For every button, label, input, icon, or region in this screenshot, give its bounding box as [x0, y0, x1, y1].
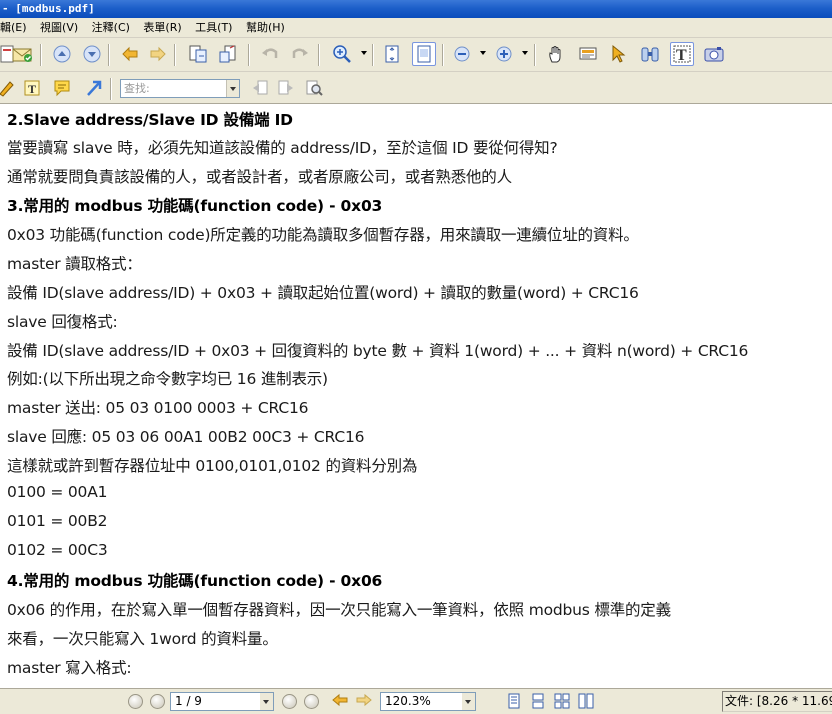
first-page-button[interactable] [128, 694, 143, 709]
email-icon[interactable] [10, 42, 34, 66]
single-page-icon[interactable] [504, 690, 524, 712]
doc-line: 0x06 的作用，在於寫入單一個暫存器資料，因一次只能寫入一筆資料，依照 mod… [7, 601, 671, 619]
doc-line: 這樣就或許到暫存器位址中 0100,0101,0102 的資料分別為 [7, 457, 418, 475]
zoom-in-icon[interactable] [330, 42, 354, 66]
svg-text:T: T [676, 47, 687, 64]
facing-icon[interactable] [552, 690, 572, 712]
doc-line: 0101 = 00B2 [7, 512, 108, 530]
pencil-icon[interactable] [0, 76, 18, 100]
main-toolbar: T [0, 38, 832, 72]
back-icon[interactable] [118, 42, 142, 66]
zoom-field[interactable]: 120.3% [380, 692, 476, 711]
menu-edit[interactable]: 輯(E) [0, 18, 33, 38]
extract-pages-icon[interactable] [186, 42, 210, 66]
last-page-button[interactable] [304, 694, 319, 709]
forward-icon[interactable] [146, 42, 170, 66]
sticky-note-icon[interactable] [50, 76, 74, 100]
doc-line: master 寫入格式: [7, 659, 132, 677]
heading-slave-address: 2.Slave address/Slave ID 設備端 ID [7, 111, 293, 129]
next-page-button[interactable] [282, 694, 297, 709]
doc-line: 0102 = 00C3 [7, 541, 108, 559]
doc-line: master 讀取格式： [7, 255, 142, 273]
go-forward-icon[interactable] [354, 690, 374, 710]
heading-function-0x03: 3.常用的 modbus 功能碼(function code) - 0x03 [7, 197, 383, 215]
continuous-icon[interactable] [528, 690, 548, 712]
text-select-icon[interactable]: T [670, 42, 694, 66]
search-icon[interactable] [302, 76, 326, 100]
document-size: 文件: [8.26 * 11.69 in] [722, 691, 832, 712]
arrow-icon[interactable] [82, 76, 106, 100]
text-note-icon[interactable]: T [20, 76, 44, 100]
scroll-down-icon[interactable] [80, 42, 104, 66]
doc-line: slave 回應: 05 03 06 00A1 00B2 00C3 + CRC1… [7, 428, 365, 446]
binoculars-icon[interactable] [638, 42, 662, 66]
snapshot-icon[interactable] [576, 42, 600, 66]
zoom-plus-icon[interactable] [492, 42, 516, 66]
doc-line: 0100 = 00A1 [7, 483, 108, 501]
zoom-out-icon[interactable] [450, 42, 474, 66]
doc-line: 通常就要問負責該設備的人，或者設計者，或者原廠公司，或者熟悉他的人 [7, 168, 512, 186]
select-arrow-icon[interactable] [606, 42, 630, 66]
page-number: 1 / 9 [175, 694, 202, 708]
doc-line: 設備 ID(slave address/ID + 0x03 + 回復資料的 by… [7, 342, 749, 360]
search-dropdown[interactable] [226, 80, 239, 97]
zoom-dropdown[interactable] [462, 693, 475, 710]
menu-help[interactable]: 幫助(H) [242, 18, 291, 38]
undo-icon[interactable] [258, 42, 282, 66]
document-view[interactable]: 2.Slave address/Slave ID 設備端 ID 當要讀寫 sla… [0, 104, 832, 688]
camera-icon[interactable] [702, 42, 726, 66]
prev-result-icon[interactable] [248, 76, 272, 100]
actual-size-icon[interactable] [412, 42, 436, 66]
page-dropdown[interactable] [260, 693, 273, 710]
search-input[interactable]: 查找: [120, 79, 240, 98]
menu-comments[interactable]: 注釋(C) [88, 18, 136, 38]
comment-toolbar: T 查找: [0, 72, 832, 104]
scroll-up-icon[interactable] [50, 42, 74, 66]
heading-function-0x06: 4.常用的 modbus 功能碼(function code) - 0x06 [7, 572, 383, 590]
window-title: - [modbus.pdf] [0, 0, 832, 18]
status-bar: 1 / 9 120.3% 文件: [8.26 * 11.69 in] [0, 688, 832, 714]
doc-line: slave 回復格式: [7, 313, 118, 331]
prev-page-button[interactable] [150, 694, 165, 709]
fit-page-icon[interactable] [380, 42, 404, 66]
doc-line: 0x03 功能碼(function code)所定義的功能為讀取多個暫存器，用來… [7, 226, 639, 244]
next-result-icon[interactable] [274, 76, 298, 100]
menu-tools[interactable]: 工具(T) [191, 18, 238, 38]
page-number-field[interactable]: 1 / 9 [170, 692, 274, 711]
doc-line: 當要讀寫 slave 時，必須先知道該設備的 address/ID，至於這個 I… [7, 139, 558, 157]
menu-view[interactable]: 視圖(V) [36, 18, 84, 38]
doc-line: 來看，一次只能寫入 1word 的資料量。 [7, 630, 278, 648]
doc-line: 例如:(以下所出現之命令數字均已 16 進制表示) [7, 370, 328, 388]
redo-icon[interactable] [288, 42, 312, 66]
hand-tool-icon[interactable] [544, 42, 568, 66]
insert-pages-icon[interactable] [216, 42, 240, 66]
search-placeholder: 查找: [124, 82, 150, 95]
menu-bar: 輯(E) 視圖(V) 注釋(C) 表單(R) 工具(T) 幫助(H) [0, 18, 832, 38]
continuous-facing-icon[interactable] [576, 690, 596, 712]
go-back-icon[interactable] [330, 690, 350, 710]
doc-line: 設備 ID(slave address/ID) + 0x03 + 讀取起始位置(… [7, 284, 639, 302]
svg-text:T: T [28, 82, 36, 96]
menu-forms[interactable]: 表單(R) [139, 18, 187, 38]
zoom-level: 120.3% [385, 694, 431, 708]
doc-line: master 送出: 05 03 0100 0003 + CRC16 [7, 399, 309, 417]
